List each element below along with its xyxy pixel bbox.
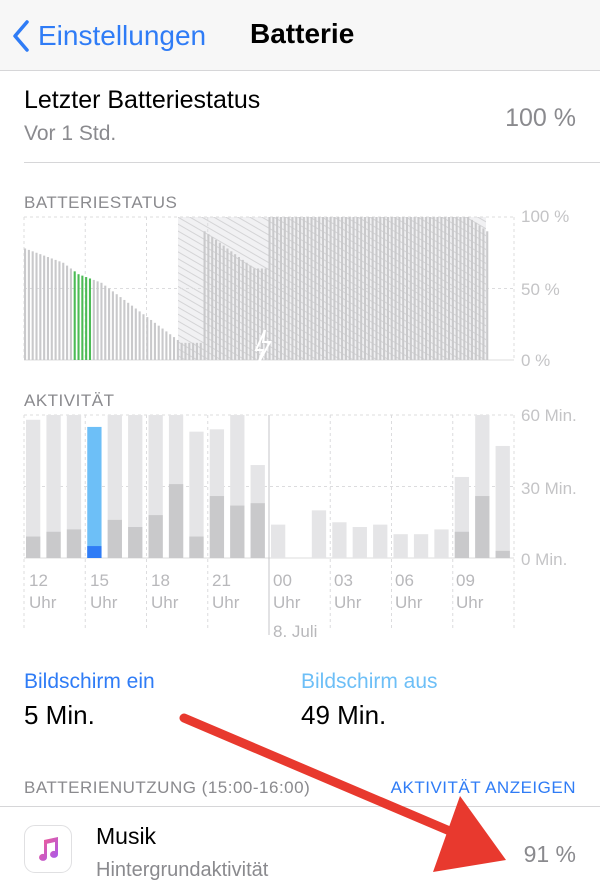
annotation-arrow-icon [179, 713, 506, 872]
